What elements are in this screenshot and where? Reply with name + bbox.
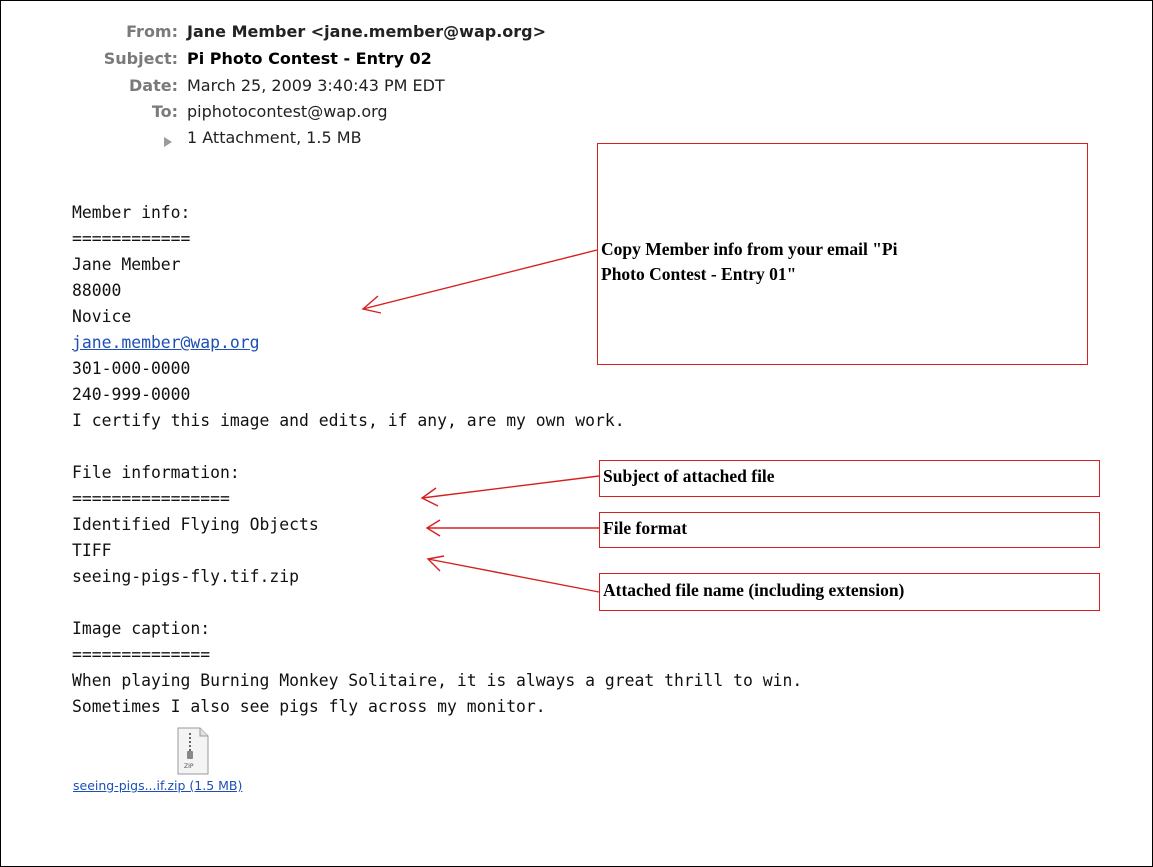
annotation-arrows	[361, 249, 600, 593]
arrow-subject	[421, 475, 600, 499]
arrowhead-filename	[426, 555, 445, 572]
arrow-member-info	[362, 249, 598, 310]
arrow-filename	[427, 558, 600, 593]
